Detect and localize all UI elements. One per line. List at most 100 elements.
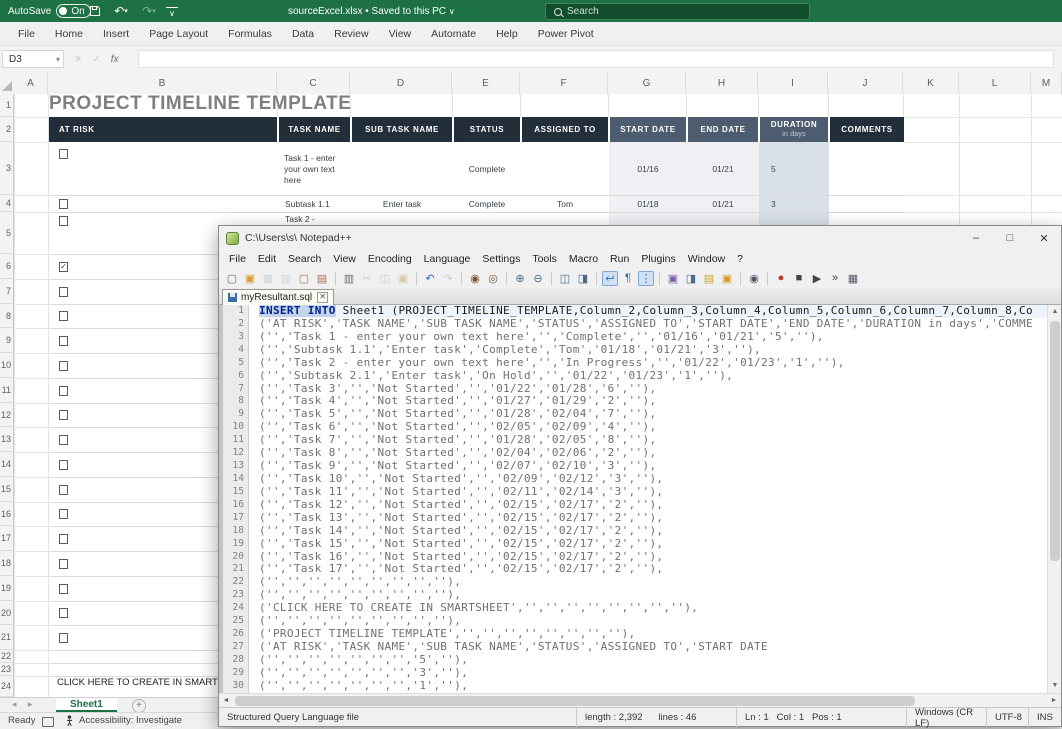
column-header-h[interactable]: H xyxy=(686,72,758,94)
row-header-13[interactable]: 13 xyxy=(0,427,14,452)
row-header-18[interactable]: 18 xyxy=(0,551,14,576)
column-header-i[interactable]: I xyxy=(758,72,828,94)
row-header-4[interactable]: 4 xyxy=(0,195,14,212)
row-header-19[interactable]: 19 xyxy=(0,576,14,601)
encoding-status[interactable]: UTF-8 xyxy=(987,708,1029,727)
close-icon[interactable]: ▢ xyxy=(296,271,312,286)
enter-icon[interactable]: ✓ xyxy=(92,54,100,65)
cell-end-date-row4[interactable]: 01/21 xyxy=(687,195,759,212)
name-box-dropdown-icon[interactable]: ▾ xyxy=(56,55,60,64)
horizontal-scroll-thumb[interactable] xyxy=(235,696,915,706)
row-header-3[interactable]: 3 xyxy=(0,142,14,195)
npp-menu-view[interactable]: View xyxy=(327,253,362,265)
at-risk-checkbox-row-10[interactable] xyxy=(59,361,68,371)
at-risk-checkbox-row-21[interactable] xyxy=(59,633,68,643)
column-header-a[interactable]: A xyxy=(14,72,48,94)
tab-myresultant-sql[interactable]: myResultant.sql ✕ xyxy=(222,289,334,305)
row-header-6[interactable]: 6 xyxy=(0,254,14,279)
print-icon[interactable]: ▥ xyxy=(341,271,357,286)
ribbon-tab-power-pivot[interactable]: Power Pivot xyxy=(528,22,604,46)
open-folder-icon[interactable]: ▣ xyxy=(242,271,258,286)
document-map-icon[interactable]: ◨ xyxy=(683,271,699,286)
accessibility-icon[interactable] xyxy=(64,715,75,727)
save-icon[interactable]: ▦ xyxy=(260,271,276,286)
row-header-17[interactable]: 17 xyxy=(0,526,14,551)
function-list-icon[interactable]: ▤ xyxy=(701,271,717,286)
ribbon-tab-automate[interactable]: Automate xyxy=(421,22,486,46)
at-risk-checkbox-row-4[interactable] xyxy=(59,199,68,209)
cell-duration-row3[interactable]: 5 xyxy=(759,143,829,195)
npp-menu-window[interactable]: Window xyxy=(682,253,731,265)
redo-button[interactable]: ↷▾ xyxy=(136,0,162,22)
cell-status-row4[interactable]: Complete xyxy=(453,195,521,212)
find-icon[interactable]: ◉ xyxy=(467,271,483,286)
show-all-chars-icon[interactable]: ¶ xyxy=(620,271,636,286)
eol-format-status[interactable]: Windows (CR LF) xyxy=(907,708,987,727)
formula-input[interactable] xyxy=(138,50,1054,68)
minimize-button[interactable]: – xyxy=(959,226,993,250)
row-header-1[interactable]: 1 xyxy=(0,94,14,117)
tab-close-icon[interactable]: ✕ xyxy=(317,292,328,303)
vertical-scrollbar[interactable]: ▲ ▼ xyxy=(1047,305,1061,693)
sheet-tab-sheet1[interactable]: Sheet1 xyxy=(56,698,117,712)
column-header-j[interactable]: J xyxy=(828,72,903,94)
at-risk-checkbox-row-20[interactable] xyxy=(59,608,68,618)
code-editor[interactable]: 1234567891011121314151617181920212223242… xyxy=(219,305,1061,693)
cell-task-name-row4[interactable]: Subtask 1.1 xyxy=(278,195,349,212)
scroll-up-icon[interactable]: ▲ xyxy=(1048,305,1062,319)
at-risk-checkbox-row-17[interactable] xyxy=(59,534,68,544)
column-header-g[interactable]: G xyxy=(608,72,686,94)
select-all-corner[interactable] xyxy=(2,81,12,91)
npp-menu-settings[interactable]: Settings xyxy=(476,253,526,265)
ribbon-tab-view[interactable]: View xyxy=(379,22,422,46)
row-header-16[interactable]: 16 xyxy=(0,502,14,526)
autosave-toggle[interactable]: AutoSave On xyxy=(8,0,91,22)
row-header-23[interactable]: 23 xyxy=(0,663,14,676)
ribbon-tab-formulas[interactable]: Formulas xyxy=(218,22,282,46)
row-header-2[interactable]: 2 xyxy=(0,117,14,142)
at-risk-checkbox-row-18[interactable] xyxy=(59,559,68,569)
ribbon-tab-home[interactable]: Home xyxy=(45,22,93,46)
npp-menu-tools[interactable]: Tools xyxy=(526,253,563,265)
row-header-12[interactable]: 12 xyxy=(0,403,14,427)
replace-icon[interactable]: ◎ xyxy=(485,271,501,286)
row-header-8[interactable]: 8 xyxy=(0,304,14,328)
insert-mode-status[interactable]: INS xyxy=(1029,708,1061,727)
scroll-down-icon[interactable]: ▼ xyxy=(1048,679,1062,693)
cut-icon[interactable]: ✂ xyxy=(359,271,375,286)
save-icon[interactable] xyxy=(84,0,106,22)
at-risk-checkbox-row-8[interactable] xyxy=(59,311,68,321)
row-header-5[interactable]: 5 xyxy=(0,212,14,254)
ribbon-tab-page-layout[interactable]: Page Layout xyxy=(139,22,218,46)
ribbon-tab-review[interactable]: Review xyxy=(324,22,378,46)
npp-title-bar[interactable]: C:\Users\s\ Notepad++ – □ ✕ xyxy=(219,226,1061,250)
zoom-out-icon[interactable]: ⊖ xyxy=(530,271,546,286)
row-header-9[interactable]: 9 xyxy=(0,328,14,353)
column-header-l[interactable]: L xyxy=(959,72,1031,94)
vertical-scroll-thumb[interactable] xyxy=(1050,321,1060,561)
column-header-d[interactable]: D xyxy=(350,72,452,94)
at-risk-checkbox-row-14[interactable] xyxy=(59,460,68,470)
monitoring-icon[interactable]: ◉ xyxy=(746,271,762,286)
at-risk-checkbox-row-12[interactable] xyxy=(59,410,68,420)
cell-duration-row4[interactable]: 3 xyxy=(759,195,829,212)
sync-horizontal-icon[interactable]: ◨ xyxy=(575,271,591,286)
npp-menu-help[interactable]: ? xyxy=(731,253,749,265)
sync-vertical-icon[interactable]: ◫ xyxy=(557,271,573,286)
column-header-e[interactable]: E xyxy=(452,72,520,94)
column-header-k[interactable]: K xyxy=(903,72,959,94)
run-macro-multiple-icon[interactable]: » xyxy=(827,271,843,286)
horizontal-scrollbar[interactable]: ◄ ► xyxy=(219,693,1061,707)
customize-quick-access-icon[interactable]: ∨ xyxy=(166,7,178,18)
row-header-10[interactable]: 10 xyxy=(0,353,14,378)
close-all-icon[interactable]: ▤ xyxy=(314,271,330,286)
macro-save-icon[interactable]: ▦ xyxy=(845,271,861,286)
npp-menu-encoding[interactable]: Encoding xyxy=(362,253,418,265)
cell-status-row3[interactable]: Complete xyxy=(453,143,521,195)
define-language-icon[interactable]: ▣ xyxy=(665,271,681,286)
at-risk-checkbox-row-16[interactable] xyxy=(59,509,68,519)
row-header-20[interactable]: 20 xyxy=(0,601,14,625)
accessibility-status[interactable]: Accessibility: Investigate xyxy=(79,715,182,726)
row-header-15[interactable]: 15 xyxy=(0,477,14,502)
stop-macro-icon[interactable]: ■ xyxy=(791,271,807,286)
